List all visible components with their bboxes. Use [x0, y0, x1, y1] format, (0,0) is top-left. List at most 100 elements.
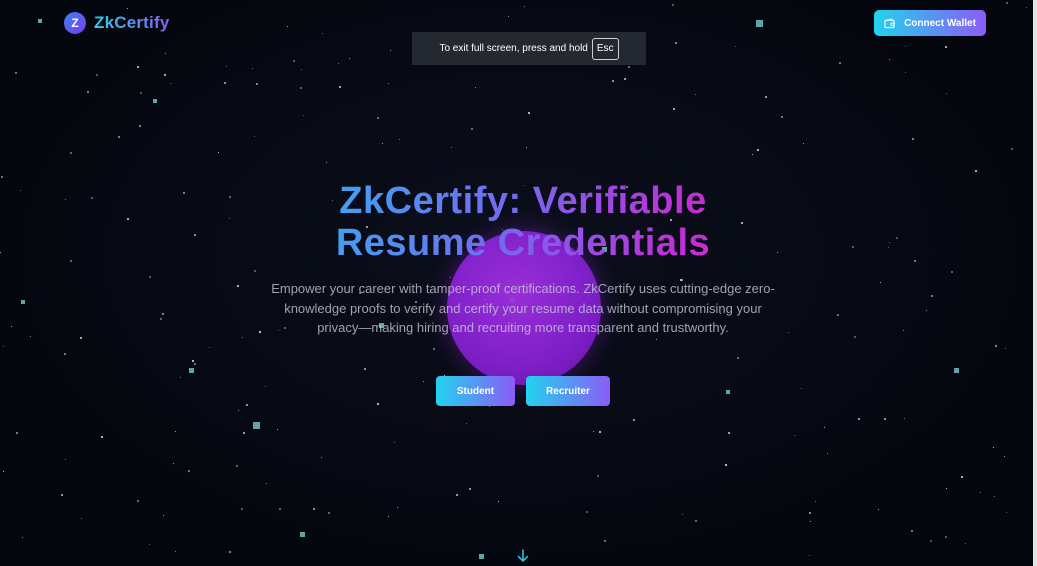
arrow-down-icon[interactable]: [516, 549, 530, 563]
star-dot: [946, 93, 947, 94]
star-dot: [149, 276, 151, 278]
star-dot: [118, 136, 120, 138]
star-dot: [277, 429, 278, 430]
fullscreen-notice-text: To exit full screen, press and hold: [439, 43, 588, 54]
star-dot: [377, 117, 379, 119]
star-dot: [765, 96, 767, 98]
star-dot: [388, 83, 389, 84]
star-dot: [188, 470, 190, 472]
star-dot: [254, 136, 255, 137]
star-dot: [781, 116, 783, 118]
star-dot: [91, 197, 93, 199]
star-dot: [252, 68, 253, 69]
star-dot: [809, 555, 810, 556]
star-dot: [930, 540, 932, 542]
star-dot: [528, 112, 530, 114]
star-dot: [394, 442, 395, 443]
star-dot: [3, 471, 4, 472]
recruiter-button[interactable]: Recruiter: [526, 376, 610, 406]
star-dot: [604, 540, 606, 542]
star-dot: [854, 336, 856, 338]
star-dot: [236, 465, 238, 467]
star-dot: [905, 72, 906, 73]
star-dot: [735, 46, 736, 47]
star-dot: [175, 551, 176, 552]
star-dot: [226, 66, 227, 67]
star-dot: [508, 16, 509, 17]
star-dot: [475, 87, 476, 88]
star-dot: [209, 347, 210, 348]
star-dot: [456, 494, 458, 496]
star-dot: [597, 475, 599, 477]
star-dot: [101, 436, 103, 438]
star-dot: [80, 337, 82, 339]
star-dot: [189, 368, 194, 373]
star-dot: [229, 551, 231, 553]
star-dot: [70, 260, 72, 262]
star-dot: [904, 418, 905, 419]
star-dot: [153, 99, 157, 103]
star-dot: [946, 488, 947, 489]
star-dot: [3, 346, 4, 347]
star-dot: [1026, 7, 1027, 8]
star-dot: [20, 190, 21, 191]
star-dot: [672, 4, 674, 6]
star-dot: [433, 348, 435, 350]
star-dot: [931, 295, 933, 297]
star-dot: [243, 432, 245, 434]
star-dot: [624, 78, 626, 80]
star-dot: [180, 377, 181, 378]
star-dot: [682, 514, 683, 515]
star-dot: [64, 353, 66, 355]
star-dot: [338, 63, 339, 64]
star-dot: [259, 331, 261, 333]
star-dot: [498, 501, 499, 502]
star-dot: [837, 314, 839, 316]
star-dot: [423, 381, 424, 382]
star-dot: [884, 418, 886, 420]
star-dot: [322, 33, 323, 34]
star-dot: [127, 218, 129, 220]
hero-description: Empower your career with tamper-proof ce…: [271, 281, 775, 335]
star-dot: [995, 345, 997, 347]
student-button[interactable]: Student: [436, 376, 515, 406]
hero-title-line-1: ZkCertify: Verifiable: [339, 180, 707, 222]
star-dot: [163, 515, 164, 516]
star-dot: [127, 8, 128, 9]
star-dot: [38, 19, 42, 23]
star-dot: [287, 26, 288, 27]
star-dot: [382, 143, 383, 144]
star-dot: [164, 74, 166, 76]
star-dot: [466, 423, 467, 424]
star-dot: [794, 435, 795, 436]
hero-title: ZkCertify: Verifiable Resume Credentials: [200, 180, 846, 264]
star-dot: [839, 62, 841, 64]
star-dot: [165, 53, 166, 54]
star-dot: [612, 80, 614, 82]
star-dot: [349, 58, 350, 59]
star-dot: [293, 60, 295, 62]
star-dot: [194, 234, 196, 236]
star-dot: [328, 512, 330, 514]
star-dot: [15, 72, 17, 74]
star-dot: [21, 300, 25, 304]
connect-wallet-button[interactable]: Connect Wallet: [874, 10, 986, 36]
star-dot: [61, 494, 63, 496]
star-dot: [22, 537, 23, 538]
brand-logo[interactable]: Z ZkCertify: [64, 12, 170, 34]
star-dot: [994, 496, 995, 497]
star-dot: [65, 459, 66, 460]
brand-name: ZkCertify: [94, 13, 170, 32]
star-dot: [238, 410, 239, 411]
star-dot: [0, 252, 1, 253]
star-dot: [313, 508, 315, 510]
star-dot: [450, 277, 451, 278]
star-dot: [1006, 512, 1007, 513]
star-dot: [852, 246, 854, 248]
star-dot: [827, 453, 828, 454]
star-dot: [279, 508, 281, 510]
star-dot: [1005, 348, 1006, 349]
star-dot: [961, 476, 963, 478]
star-dot: [137, 500, 139, 502]
star-dot: [945, 536, 947, 538]
